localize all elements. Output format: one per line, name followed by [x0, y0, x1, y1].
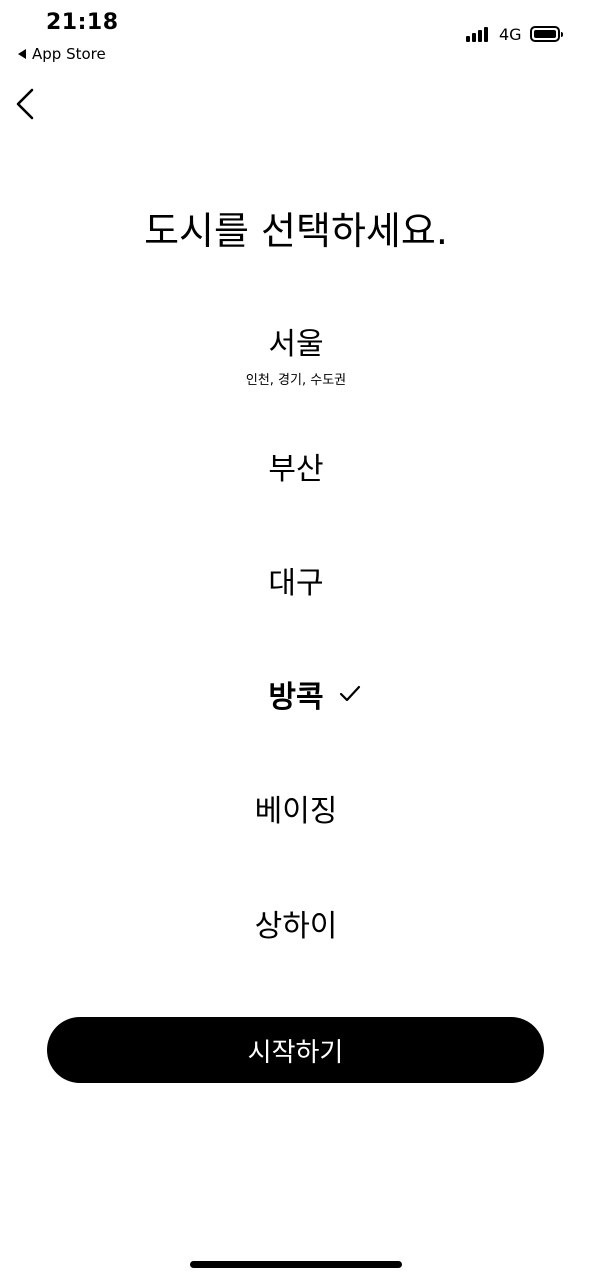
chevron-left-icon — [16, 88, 34, 120]
start-button[interactable]: 시작하기 — [47, 1017, 544, 1083]
page-title: 도시를 선택하세요. — [144, 209, 448, 253]
city-item-busan[interactable]: 부산 — [96, 426, 496, 506]
back-to-app-label: App Store — [32, 45, 106, 63]
city-item-bangkok[interactable]: 방콕 — [96, 654, 496, 734]
signal-icon — [466, 26, 488, 42]
city-name: 방콕 — [268, 680, 324, 715]
city-name: 상하이 — [254, 909, 338, 944]
city-item-seoul[interactable]: 서울 인천, 경기, 수도권 — [96, 313, 496, 393]
city-item-shanghai[interactable]: 상하이 — [96, 883, 496, 963]
city-name: 부산 — [268, 452, 324, 487]
status-bar: 21:18 App Store 4G — [0, 0, 592, 70]
city-item-beijing[interactable]: 베이징 — [96, 768, 496, 848]
home-indicator[interactable] — [190, 1261, 402, 1268]
city-subtitle: 인천, 경기, 수도권 — [245, 372, 347, 388]
city-item-daegu[interactable]: 대구 — [96, 540, 496, 620]
network-type: 4G — [499, 25, 522, 44]
checkmark-icon — [339, 685, 360, 702]
city-name: 서울 — [268, 326, 324, 362]
city-name: 베이징 — [254, 794, 338, 829]
back-to-app-store-link[interactable]: App Store — [18, 45, 106, 63]
status-time: 21:18 — [46, 10, 119, 35]
battery-icon — [530, 26, 563, 42]
city-name: 대구 — [268, 566, 324, 601]
back-button[interactable] — [10, 84, 50, 124]
back-triangle-icon — [18, 49, 26, 59]
